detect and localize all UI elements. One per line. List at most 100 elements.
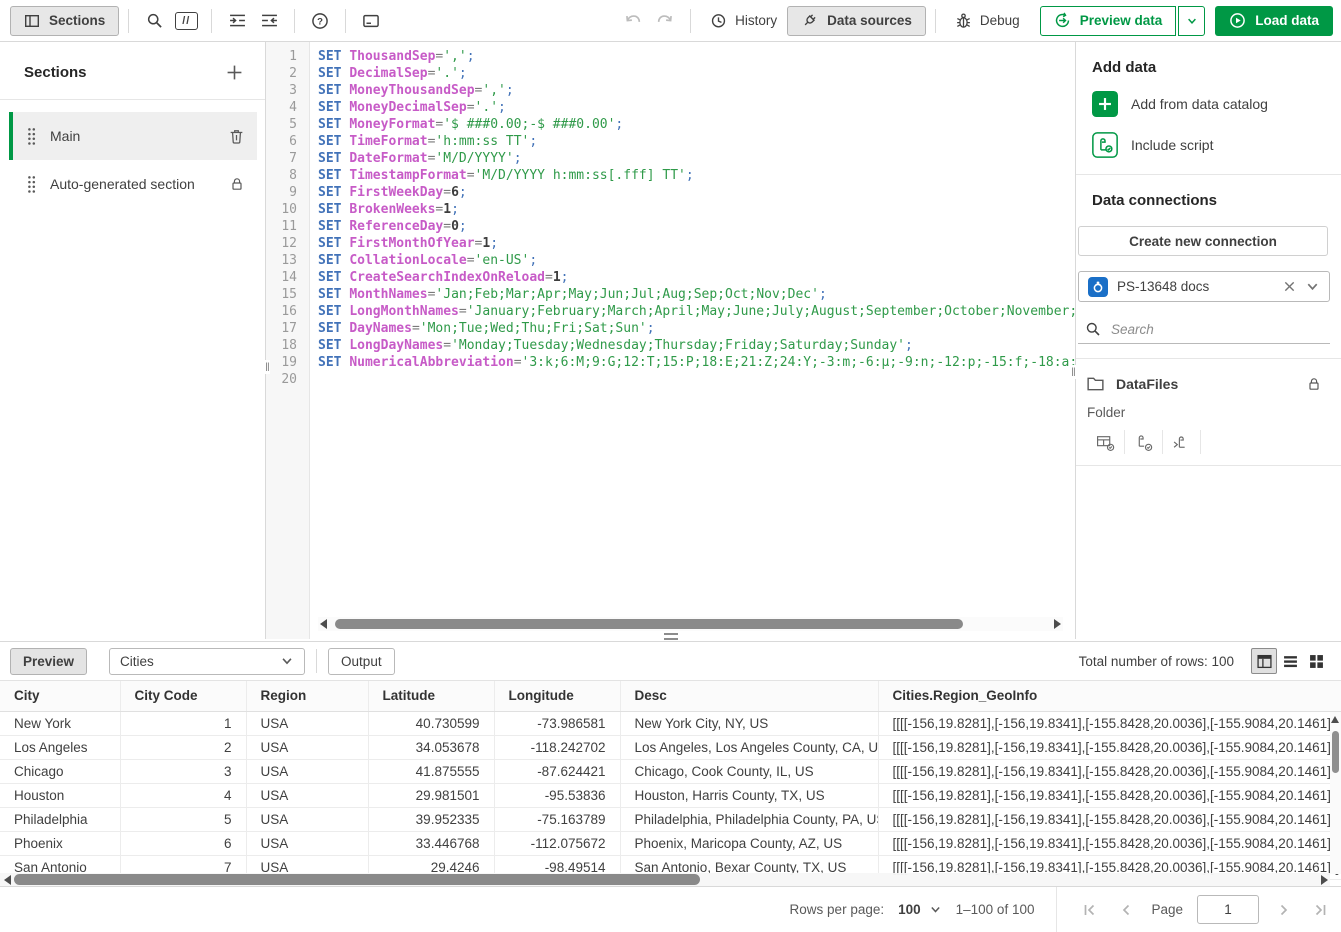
chevron-down-icon[interactable] bbox=[1305, 279, 1320, 294]
table-vertical-scrollbar[interactable] bbox=[1330, 712, 1341, 874]
toolbar-left-group: Sections // ? bbox=[10, 6, 387, 36]
plus-icon bbox=[226, 64, 243, 81]
table-cell: 39.952335 bbox=[368, 807, 494, 831]
code-line[interactable]: SET MoneyFormat='$ ###0.00;-$ ###0.00'; bbox=[318, 116, 1075, 133]
scroll-right-arrow-icon[interactable] bbox=[1321, 875, 1328, 885]
code-line[interactable]: SET CollationLocale='en-US'; bbox=[318, 252, 1075, 269]
datafiles-folder-item[interactable]: DataFiles bbox=[1078, 368, 1330, 399]
table-cell: Phoenix, Maricopa County, AZ, US bbox=[620, 831, 878, 855]
code-line[interactable]: SET TimestampFormat='M/D/YYYY h:mm:ss[.f… bbox=[318, 167, 1075, 184]
help-button[interactable]: ? bbox=[304, 6, 336, 36]
page-input[interactable] bbox=[1197, 895, 1259, 924]
table-cell: New York bbox=[0, 711, 120, 735]
code-line[interactable] bbox=[318, 371, 1075, 388]
add-section-button[interactable] bbox=[226, 64, 243, 81]
previous-page-button[interactable] bbox=[1115, 899, 1137, 921]
code-line[interactable]: SET DateFormat='M/D/YYYY'; bbox=[318, 150, 1075, 167]
view-toggle-group bbox=[1251, 648, 1329, 674]
preview-data-button[interactable]: Preview data bbox=[1040, 6, 1177, 36]
code-line[interactable]: SET LongMonthNames='January;February;Mar… bbox=[318, 303, 1075, 320]
section-item-main[interactable]: Main bbox=[9, 112, 257, 160]
code-line[interactable]: SET DecimalSep='.'; bbox=[318, 65, 1075, 82]
table-cell: [[[[-156,19.8281],[-156,19.8341],[-155.8… bbox=[878, 735, 1341, 759]
editor-horizontal-scrollbar[interactable] bbox=[318, 617, 1063, 631]
data-sources-button[interactable]: Data sources bbox=[787, 6, 926, 36]
vertical-scrollbar-thumb[interactable] bbox=[1332, 731, 1339, 773]
table-cell: [[[[-156,19.8281],[-156,19.8341],[-155.8… bbox=[878, 783, 1341, 807]
preview-splitter[interactable] bbox=[0, 639, 1341, 642]
table-selector[interactable]: Cities bbox=[109, 648, 305, 675]
splitter-handle-icon[interactable] bbox=[664, 633, 678, 640]
add-from-catalog-button[interactable]: Add from data catalog bbox=[1092, 91, 1325, 117]
first-page-button[interactable] bbox=[1079, 899, 1101, 921]
code-line[interactable]: SET FirstMonthOfYear=1; bbox=[318, 235, 1075, 252]
table-cell: USA bbox=[246, 735, 368, 759]
code-line[interactable]: SET MoneyDecimalSep='.'; bbox=[318, 99, 1075, 116]
table-horizontal-scrollbar[interactable] bbox=[0, 873, 1330, 886]
redo-button[interactable] bbox=[649, 6, 681, 36]
clear-connection-icon[interactable] bbox=[1283, 280, 1296, 293]
create-connection-button[interactable]: Create new connection bbox=[1078, 226, 1328, 256]
last-page-button[interactable] bbox=[1309, 899, 1331, 921]
code-line[interactable]: SET DayNames='Mon;Tue;Wed;Thu;Fri;Sat;Su… bbox=[318, 320, 1075, 337]
select-data-icon[interactable] bbox=[1087, 433, 1124, 452]
output-tab-button[interactable]: Output bbox=[328, 648, 395, 675]
code-line[interactable]: SET LongDayNames='Monday;Tuesday;Wednesd… bbox=[318, 337, 1075, 354]
code-line[interactable]: SET CreateSearchIndexOnReload=1; bbox=[318, 269, 1075, 286]
table-cell: USA bbox=[246, 759, 368, 783]
code-line[interactable]: SET MoneyThousandSep=','; bbox=[318, 82, 1075, 99]
drag-handle-icon[interactable] bbox=[27, 175, 36, 194]
include-script-button[interactable]: Include script bbox=[1092, 132, 1325, 158]
annotation-button[interactable] bbox=[355, 6, 387, 36]
code-line[interactable]: SET NumericalAbbreviation='3:k;6:M;9:G;1… bbox=[318, 354, 1075, 371]
grid-view-icon[interactable] bbox=[1303, 648, 1329, 674]
undo-button[interactable] bbox=[617, 6, 649, 36]
horizontal-scrollbar-thumb[interactable] bbox=[14, 874, 700, 885]
code-area[interactable]: SET ThousandSep=',';SET DecimalSep='.';S… bbox=[310, 42, 1075, 639]
debug-button[interactable]: Debug bbox=[945, 6, 1030, 36]
indent-button[interactable] bbox=[221, 6, 253, 36]
column-header: Latitude bbox=[368, 681, 494, 711]
list-view-icon[interactable] bbox=[1277, 648, 1303, 674]
code-line[interactable]: SET MonthNames='Jan;Feb;Mar;Apr;May;Jun;… bbox=[318, 286, 1075, 303]
last-page-icon bbox=[1312, 902, 1328, 918]
scroll-left-arrow-icon[interactable] bbox=[320, 619, 327, 629]
preview-data-dropdown-caret[interactable] bbox=[1178, 6, 1205, 36]
table-cell: 2 bbox=[120, 735, 246, 759]
preview-tab-button[interactable]: Preview bbox=[10, 648, 87, 675]
panel-divider bbox=[1076, 174, 1341, 175]
workspace: Sections Main Auto-generated sectio bbox=[0, 42, 1341, 639]
insert-connection-string-icon[interactable] bbox=[1163, 433, 1200, 452]
scroll-up-arrow-icon[interactable] bbox=[1331, 716, 1339, 723]
sidebar-resize-handle[interactable]: ‖ bbox=[265, 360, 270, 374]
comment-toggle-button[interactable]: // bbox=[170, 6, 202, 36]
code-line[interactable]: SET ThousandSep=','; bbox=[318, 48, 1075, 65]
table-cell: USA bbox=[246, 783, 368, 807]
section-item-auto-generated[interactable]: Auto-generated section bbox=[9, 160, 257, 208]
chevron-down-icon bbox=[280, 654, 294, 668]
code-line[interactable]: SET ReferenceDay=0; bbox=[318, 218, 1075, 235]
rows-per-page-select[interactable]: 100 bbox=[898, 902, 942, 917]
code-line[interactable]: SET BrokenWeeks=1; bbox=[318, 201, 1075, 218]
code-line[interactable]: SET FirstWeekDay=6; bbox=[318, 184, 1075, 201]
outdent-button[interactable] bbox=[253, 6, 285, 36]
editor-scrollbar-thumb[interactable] bbox=[335, 619, 963, 629]
connection-select[interactable]: PS-13648 docs bbox=[1078, 271, 1330, 302]
drag-handle-icon[interactable] bbox=[27, 127, 36, 146]
next-page-button[interactable] bbox=[1273, 899, 1295, 921]
toolbar-divider bbox=[294, 9, 295, 33]
panel-resize-handle[interactable]: ‖ bbox=[1071, 365, 1076, 379]
sections-toggle-button[interactable]: Sections bbox=[10, 6, 119, 36]
edit-script-icon[interactable] bbox=[1125, 433, 1162, 452]
search-button[interactable] bbox=[138, 6, 170, 36]
load-data-button[interactable]: Load data bbox=[1215, 6, 1333, 36]
debug-button-label: Debug bbox=[980, 13, 1020, 28]
history-button[interactable]: History bbox=[700, 6, 787, 36]
table-view-icon[interactable] bbox=[1251, 648, 1277, 674]
connection-search-input[interactable] bbox=[1111, 322, 1323, 337]
scroll-left-arrow-icon[interactable] bbox=[4, 875, 11, 885]
delete-section-button[interactable] bbox=[228, 128, 245, 145]
code-line[interactable]: SET TimeFormat='h:mm:ss TT'; bbox=[318, 133, 1075, 150]
scroll-right-arrow-icon[interactable] bbox=[1054, 619, 1061, 629]
include-script-icon bbox=[1092, 132, 1118, 158]
